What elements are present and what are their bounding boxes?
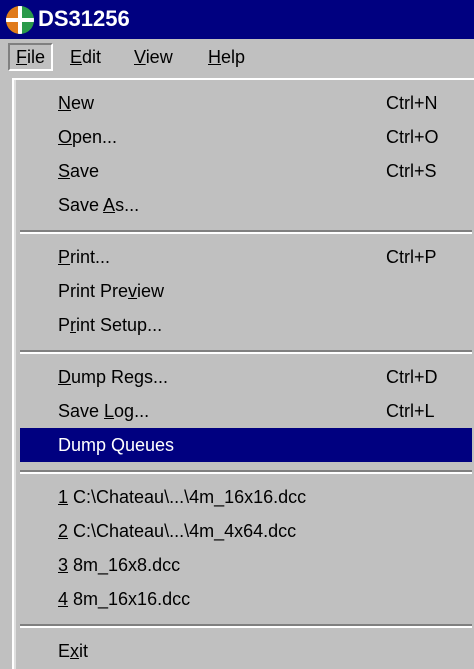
shortcut-label: Ctrl+L	[386, 401, 435, 421]
menu-item-new[interactable]: New Ctrl+N	[20, 86, 472, 120]
menu-item-label: New	[58, 93, 95, 113]
menu-item-label: Dump Queues	[58, 435, 175, 455]
menu-item-recent-3[interactable]: 3 8m_16x8.dcc	[20, 548, 472, 582]
file-dropdown-menu: New Ctrl+N Open... Ctrl+O Save Ctrl+S Sa…	[12, 78, 474, 669]
menu-item-label: Print Preview	[58, 281, 165, 301]
menu-separator	[20, 470, 472, 474]
menu-item-dump-regs[interactable]: Dump Regs... Ctrl+D	[20, 360, 472, 394]
shortcut-label: Ctrl+D	[386, 367, 438, 387]
menu-item-save-log[interactable]: Save Log... Ctrl+L	[20, 394, 472, 428]
menu-help[interactable]: Help	[202, 43, 251, 71]
menu-file[interactable]: File	[8, 43, 54, 71]
menu-item-label: Save Log...	[58, 401, 150, 421]
title-bar[interactable]: DS31256	[0, 0, 474, 39]
shortcut-label: Ctrl+O	[386, 127, 439, 147]
menu-item-recent-2[interactable]: 2 C:\Chateau\...\4m_4x64.dcc	[20, 514, 472, 548]
menu-item-exit[interactable]: Exit	[20, 634, 472, 668]
menu-item-print-setup[interactable]: Print Setup...	[20, 308, 472, 342]
menu-item-open[interactable]: Open... Ctrl+O	[20, 120, 472, 154]
menu-item-label: Save As...	[58, 195, 140, 215]
menu-item-label: Print Setup...	[58, 315, 163, 335]
menu-separator	[20, 350, 472, 354]
menu-view[interactable]: View	[128, 43, 179, 71]
app-icon[interactable]	[6, 6, 34, 34]
menu-edit[interactable]: Edit	[64, 43, 107, 71]
menu-item-label: Exit	[58, 641, 89, 661]
shortcut-label: Ctrl+P	[386, 247, 437, 267]
menu-item-label: 4 8m_16x16.dcc	[58, 589, 191, 609]
menu-item-label: Dump Regs...	[58, 367, 169, 387]
menu-item-dump-queues[interactable]: Dump Queues	[20, 428, 472, 462]
menu-item-save-as[interactable]: Save As...	[20, 188, 472, 222]
menu-item-recent-4[interactable]: 4 8m_16x16.dcc	[20, 582, 472, 616]
window-title: DS31256	[38, 6, 130, 31]
shortcut-label: Ctrl+S	[386, 161, 437, 181]
menu-item-label: 1 C:\Chateau\...\4m_16x16.dcc	[58, 487, 307, 507]
menu-item-label: Save	[58, 161, 100, 181]
menu-item-label: 2 C:\Chateau\...\4m_4x64.dcc	[58, 521, 297, 541]
menu-item-print[interactable]: Print... Ctrl+P	[20, 240, 472, 274]
menu-bar: File Edit View Help	[0, 39, 474, 76]
menu-separator	[20, 230, 472, 234]
menu-separator	[20, 624, 472, 628]
menu-item-save[interactable]: Save Ctrl+S	[20, 154, 472, 188]
menu-item-print-preview[interactable]: Print Preview	[20, 274, 472, 308]
menu-item-recent-1[interactable]: 1 C:\Chateau\...\4m_16x16.dcc	[20, 480, 472, 514]
menu-item-label: Print...	[58, 247, 111, 267]
menu-item-label: 3 8m_16x8.dcc	[58, 555, 181, 575]
menu-item-label: Open...	[58, 127, 118, 147]
shortcut-label: Ctrl+N	[386, 93, 438, 113]
